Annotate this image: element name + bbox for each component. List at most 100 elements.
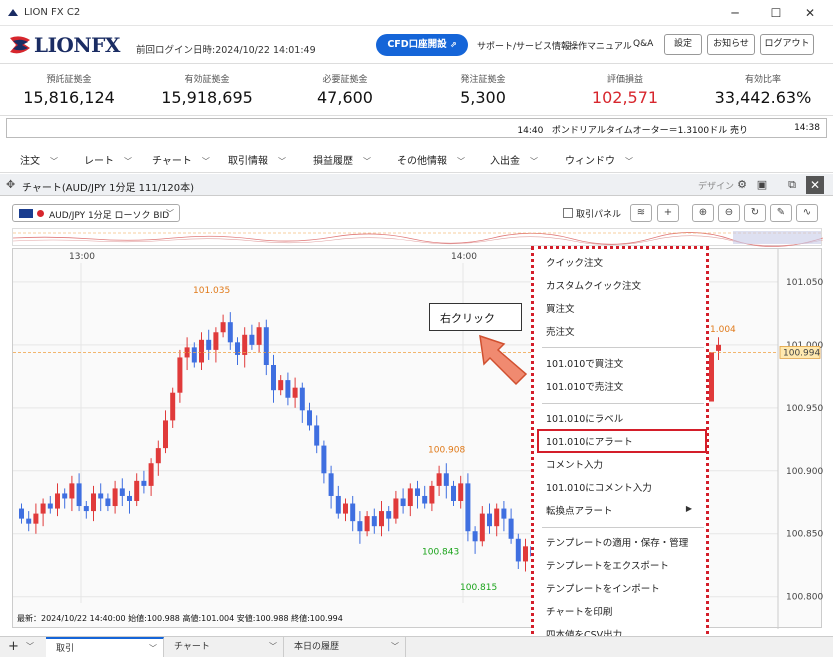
notices-button[interactable]: お知らせ — [707, 34, 755, 55]
price-annotation: 100.908 — [428, 446, 465, 456]
price-annotation: 101.035 — [193, 286, 230, 296]
context-menu-item[interactable]: テンプレートの適用・保存・管理 — [546, 535, 688, 549]
logout-button[interactable]: ログアウト — [760, 34, 814, 55]
detach-window-icon[interactable]: ⧉ — [784, 177, 800, 193]
pointer-arrow-icon — [479, 334, 528, 386]
close-window-button[interactable]: ✕ — [801, 4, 819, 22]
candle-body — [343, 503, 348, 514]
maximize-button[interactable]: ☐ — [767, 4, 785, 22]
menu-window[interactable]: ウィンドウ ﹀ — [565, 152, 633, 167]
candle-body — [494, 508, 500, 527]
context-menu-item[interactable]: カスタムクイック注文 — [546, 278, 641, 292]
add-tab-button[interactable]: + — [8, 639, 19, 654]
candle-body — [364, 516, 370, 532]
minimize-button[interactable]: ─ — [726, 4, 744, 22]
context-menu-item[interactable]: 買注文 — [546, 301, 575, 315]
price-annotation: 100.815 — [460, 583, 497, 593]
menu-order[interactable]: 注文 ﹀ — [20, 152, 58, 167]
candle-body — [242, 334, 248, 355]
context-menu-item[interactable]: 101.010にコメント入力 — [546, 480, 652, 494]
context-menu-item[interactable]: チャートを印刷 — [546, 604, 612, 618]
crosshair-icon[interactable]: + — [657, 204, 679, 222]
layout-menu-icon[interactable]: ▣ — [754, 177, 770, 193]
context-menu-item[interactable]: 転換点アラート — [546, 503, 613, 517]
context-menu-item[interactable]: クイック注文 — [546, 255, 603, 269]
settings-button[interactable]: 設定 — [664, 34, 702, 55]
candle-body — [422, 495, 428, 504]
context-menu-item[interactable]: 101.010で売注文 — [546, 379, 623, 393]
symbol-select[interactable]: AUD/JPY 1分足 ローソク BID ﹀ — [12, 204, 180, 222]
menu-chart[interactable]: チャート ﹀ — [152, 152, 210, 167]
context-menu-item[interactable]: コメント入力 — [546, 457, 603, 471]
app-header: LIONFX 前回ログイン日時:2024/10/22 14:01:49 CFD口… — [0, 26, 833, 64]
support-link[interactable]: サポート/サービス情報 — [477, 39, 570, 52]
manual-link[interactable]: 操作マニュアル — [569, 39, 632, 52]
price-axis-label: 100.900 — [786, 467, 823, 477]
australia-flag-icon — [19, 209, 33, 218]
candle-body — [206, 339, 212, 350]
candle-body — [191, 347, 197, 363]
cfd-account-open-button[interactable]: CFD口座開設 ⇗ — [376, 34, 468, 56]
checkbox-icon[interactable] — [563, 208, 573, 218]
menu-trade-info[interactable]: 取引情報 ﹀ — [228, 152, 286, 167]
indicator-icon[interactable]: ≋ — [630, 204, 652, 222]
chevron-down-icon: ﹀ — [149, 644, 157, 653]
candle-body — [26, 518, 32, 524]
context-menu-item[interactable]: テンプレートをインポート — [546, 581, 660, 595]
chevron-down-icon: ﹀ — [166, 209, 174, 218]
menu-deposit-withdraw[interactable]: 入出金 ﹀ — [490, 152, 538, 167]
gear-icon[interactable]: ⚙ — [734, 177, 750, 193]
menu-other-info[interactable]: その他情報 ﹀ — [397, 152, 465, 167]
chevron-down-icon: ﹀ — [530, 157, 538, 166]
lionfx-logo[interactable]: LIONFX — [8, 32, 128, 58]
price-annotation: 100.843 — [422, 548, 459, 558]
context-menu-item[interactable]: 101.010で買注文 — [546, 356, 623, 370]
logo-text: LIONFX — [34, 33, 120, 57]
news-ticker[interactable]: 14:40 ポンドリアルタイムオーター＝1.3100ドル 売り 14:38 — [6, 118, 827, 138]
summary-valuation-pl: 評価損益 102,571 — [591, 75, 659, 107]
cfd-account-open-label: CFD口座開設 — [387, 39, 447, 50]
candle-body — [429, 485, 435, 504]
price-axis-label: 100.800 — [786, 593, 823, 603]
candle-body — [407, 488, 413, 507]
chevron-down-icon: ﹀ — [269, 642, 277, 651]
chevron-down-icon[interactable]: ﹀ — [26, 641, 34, 652]
context-menu-item[interactable]: 売注文 — [546, 324, 575, 338]
candle-body — [227, 322, 233, 343]
chevron-down-icon: ﹀ — [457, 157, 465, 166]
indicator-strip — [12, 228, 823, 247]
tab-trade[interactable]: 取引 ﹀ — [46, 637, 164, 657]
trend-tool-icon[interactable]: ∿ — [796, 204, 818, 222]
tab-today-history[interactable]: 本日の履歴 ﹀ — [284, 637, 406, 657]
trade-panel-toggle[interactable]: 取引パネル — [563, 207, 621, 220]
app-icon — [8, 9, 18, 16]
candle-body — [472, 531, 478, 542]
candle-body — [328, 473, 334, 496]
chevron-down-icon: ﹀ — [625, 157, 633, 166]
zoom-out-icon[interactable]: ⊖ — [718, 204, 740, 222]
chevron-down-icon: ﹀ — [278, 157, 286, 166]
candle-body — [55, 493, 60, 509]
zoom-in-icon[interactable]: ⊕ — [692, 204, 714, 222]
qa-link[interactable]: Q&A — [633, 39, 653, 49]
candle-body — [278, 380, 284, 391]
pen-icon[interactable]: ✎ — [770, 204, 792, 222]
candle-body — [299, 387, 305, 411]
context-menu-item[interactable]: 101.010にアラート — [546, 434, 633, 448]
design-label[interactable]: デザイン — [698, 179, 734, 192]
menu-rate[interactable]: レート ﹀ — [84, 152, 132, 167]
candle-body — [170, 392, 176, 421]
move-icon[interactable]: ✥ — [6, 178, 15, 191]
candle-body — [112, 488, 118, 507]
tab-chart[interactable]: チャート ﹀ — [164, 637, 284, 657]
candle-body — [163, 420, 168, 449]
close-panel-button[interactable]: ✕ — [806, 176, 824, 194]
menu-pl-history[interactable]: 損益履歴 ﹀ — [313, 152, 371, 167]
candle-body — [515, 538, 521, 562]
title-bar: LION FX C2 ─ ☐ ✕ — [0, 0, 833, 26]
refresh-icon[interactable]: ↻ — [744, 204, 766, 222]
current-price-label: 100.994 — [783, 348, 820, 358]
context-menu-item[interactable]: テンプレートをエクスポート — [546, 558, 669, 572]
context-menu-item[interactable]: 101.010にラベル — [546, 411, 623, 425]
candle-body — [199, 339, 204, 363]
